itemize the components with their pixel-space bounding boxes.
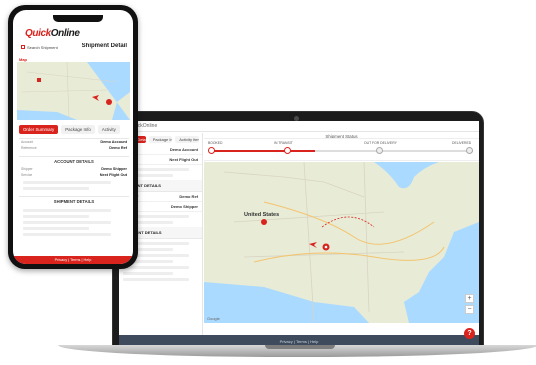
progress-fill xyxy=(210,150,316,152)
origin-pin[interactable] xyxy=(261,219,267,225)
phone-origin-marker[interactable] xyxy=(37,78,41,82)
stage-label: Booked xyxy=(208,141,223,145)
phone-summary-block: Account Demo Account Reference Demo Ref xyxy=(19,138,129,151)
stage-in-transit-node xyxy=(284,147,291,154)
phone-shipment-block: SHIPMENT DETAILS xyxy=(19,196,129,239)
laptop-screen: QuickOnline Order Details Package Info A… xyxy=(119,121,479,347)
phone-map-canvas xyxy=(17,62,130,120)
page-title: Shipment Detail xyxy=(81,43,127,49)
search-icon[interactable] xyxy=(21,45,25,49)
progress-track xyxy=(210,150,473,152)
phone-tab-order-summary[interactable]: Order Summary xyxy=(19,125,59,134)
map-country-label: United States xyxy=(244,212,280,218)
tracking-panel: Shipment Status Booked In Transit Out fo… xyxy=(204,133,479,335)
phone-map[interactable] xyxy=(17,62,130,120)
phone-footer[interactable]: Privacy | Terms | Help xyxy=(13,256,133,264)
account-details-heading: ACCOUNT DETAILS xyxy=(54,159,94,164)
detail-value: Demo Ref xyxy=(179,194,198,199)
stage-delivered-node xyxy=(466,147,473,154)
phone: QuickOnline Search Shipment Shipment Det… xyxy=(8,5,138,269)
laptop: QuickOnline Order Details Package Info A… xyxy=(112,111,484,347)
detail-value: Next Flight Out xyxy=(169,157,198,162)
app-header: QuickOnline xyxy=(119,121,479,132)
phone-header-row: Search Shipment Shipment Detail xyxy=(21,43,127,53)
tab-package-info[interactable]: Package Info xyxy=(148,136,173,143)
detail-value: Demo Account xyxy=(169,147,198,152)
detail-row: Service Next Flight Out xyxy=(21,173,127,177)
phone-tab-activity[interactable]: Activity xyxy=(97,125,120,134)
detail-row: Reference Demo Ref xyxy=(21,146,127,150)
map-attribution: Google xyxy=(207,316,220,321)
phone-notch xyxy=(53,15,103,22)
shipment-details-heading: SHIPMENT DETAILS xyxy=(53,199,95,204)
stage-booked-node xyxy=(208,147,215,154)
phone-brand-logo: QuickOnline xyxy=(25,28,80,39)
footer-links[interactable]: Privacy | Terms | Help xyxy=(119,335,479,344)
phone-destination-pin[interactable] xyxy=(106,99,112,105)
laptop-notch xyxy=(265,345,335,349)
shipment-progress: Booked In Transit Out for Delivery Deliv… xyxy=(204,139,479,161)
help-button[interactable]: ? xyxy=(464,328,475,339)
detail-value: Demo Shipper xyxy=(170,204,198,209)
phone-tab-package-info[interactable]: Package Info xyxy=(61,125,95,134)
phone-tabs: Order Summary Package Info Activity xyxy=(19,125,129,134)
stage-label: Delivered xyxy=(452,141,472,145)
zoom-in-button[interactable]: + xyxy=(465,294,474,303)
zoom-out-button[interactable]: − xyxy=(465,305,474,314)
map-canvas xyxy=(204,162,479,323)
tab-activity-items[interactable]: Activity Items xyxy=(175,136,200,143)
phone-account-block: ACCOUNT DETAILS Shipper Demo Shipper Serv… xyxy=(19,156,129,193)
stage-label: In Transit xyxy=(274,141,293,145)
search-shipment-link[interactable]: Search Shipment xyxy=(27,45,58,50)
stage-out-for-delivery-node xyxy=(376,147,383,154)
tracking-map[interactable]: United States Google + − xyxy=(204,162,479,323)
phone-screen: QuickOnline Search Shipment Shipment Det… xyxy=(13,10,133,264)
stage-label: Out for Delivery xyxy=(364,141,397,145)
